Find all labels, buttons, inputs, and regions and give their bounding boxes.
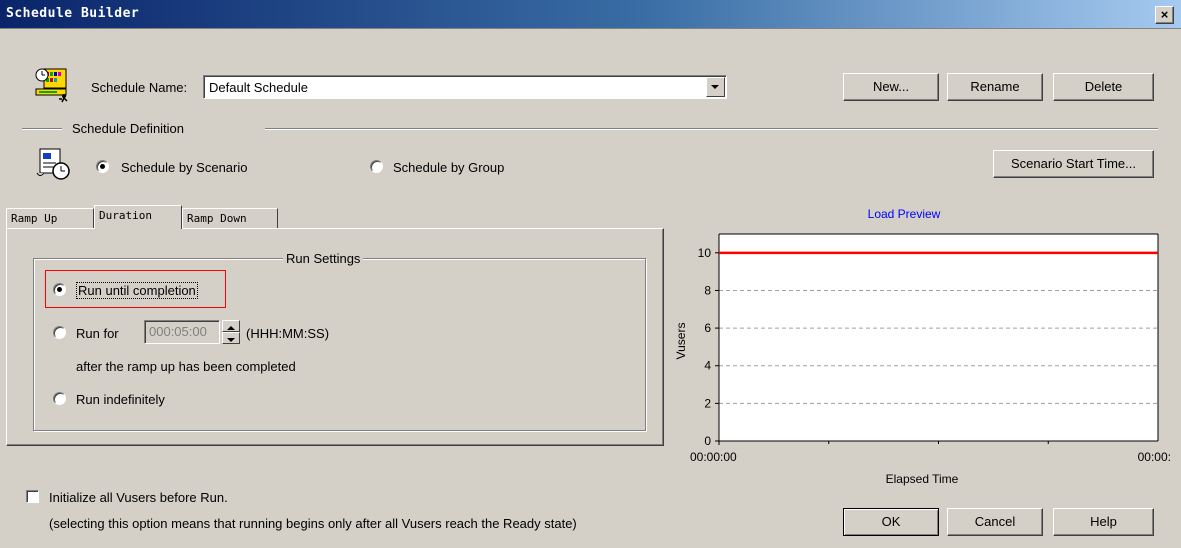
ok-button[interactable]: OK: [843, 508, 939, 536]
rename-label: Rename: [970, 79, 1020, 94]
y-tick-label: 4: [704, 359, 711, 373]
time-format-label: (HHH:MM:SS): [246, 326, 330, 341]
schedule-by-group-label[interactable]: Schedule by Group: [393, 160, 504, 175]
dropdown-button[interactable]: [706, 77, 725, 97]
plot-area: [719, 234, 1158, 441]
run-for-label[interactable]: Run for: [76, 326, 119, 341]
run-for-radio[interactable]: [53, 326, 66, 339]
schedule-by-group-radio[interactable]: [370, 160, 383, 173]
delete-label: Delete: [1084, 79, 1123, 94]
y-tick-label: 2: [704, 396, 711, 410]
y-axis-label: Vusers: [674, 323, 688, 360]
initialize-vusers-label[interactable]: Initialize all Vusers before Run.: [49, 490, 228, 505]
tab-ramp-down[interactable]: Ramp Down: [182, 208, 278, 229]
spinner-up-button[interactable]: [222, 320, 240, 332]
rename-schedule-button[interactable]: Rename: [947, 73, 1043, 101]
initialize-vusers-note: (selecting this option means that runnin…: [49, 516, 577, 531]
run-until-completion-label[interactable]: Run until completion: [76, 282, 198, 299]
schedule-icon: [33, 66, 73, 106]
x-tick-label: 00:00:00: [690, 450, 737, 464]
new-schedule-button[interactable]: New...: [843, 73, 939, 101]
scroll-clock-icon: [34, 143, 74, 183]
schedule-name-value: Default Schedule: [209, 80, 309, 95]
chart-title: Load Preview: [868, 207, 941, 221]
delete-schedule-button[interactable]: Delete: [1053, 73, 1154, 101]
section-divider-left: [22, 128, 62, 130]
run-indefinitely-radio[interactable]: [53, 392, 66, 405]
close-button[interactable]: ×: [1155, 6, 1174, 24]
run-for-time-value: 000:05:00: [149, 324, 207, 339]
chevron-down-icon: [227, 338, 235, 342]
title-bar: Schedule Builder ×: [0, 0, 1181, 29]
cancel-button[interactable]: Cancel: [947, 508, 1043, 536]
x-tick-label: 00:00:: [1138, 450, 1171, 464]
schedule-name-select[interactable]: Default Schedule: [203, 75, 727, 99]
run-indefinitely-label[interactable]: Run indefinitely: [76, 392, 165, 407]
initialize-vusers-checkbox[interactable]: [26, 490, 39, 503]
help-button[interactable]: Help: [1053, 508, 1154, 536]
y-tick-label: 8: [704, 283, 711, 297]
load-preview-chart: 0 2 4 6 8 10 Load Preview 00:00:00 00:00: Elapsed…: [674, 207, 1171, 486]
new-label: New...: [872, 79, 910, 94]
section-divider-right: [265, 128, 1158, 130]
schedule-by-scenario-label[interactable]: Schedule by Scenario: [121, 160, 247, 175]
after-ramp-label: after the ramp up has been completed: [76, 359, 296, 374]
run-until-completion-radio[interactable]: [53, 283, 66, 296]
run-for-time-input[interactable]: 000:05:00: [144, 320, 220, 344]
chevron-down-icon: [711, 85, 719, 89]
tab-ramp-up[interactable]: Ramp Up: [6, 208, 94, 229]
scenario-start-time-label: Scenario Start Time...: [1011, 156, 1136, 171]
y-tick-label: 10: [698, 246, 712, 260]
scenario-start-time-button[interactable]: Scenario Start Time...: [993, 150, 1154, 178]
x-axis-label: Elapsed Time: [886, 472, 959, 486]
cancel-label: Cancel: [974, 514, 1016, 529]
help-label: Help: [1090, 514, 1117, 529]
y-tick-label: 0: [704, 434, 711, 448]
schedule-definition-label: Schedule Definition: [72, 121, 185, 136]
window-title: Schedule Builder: [6, 6, 140, 21]
tab-duration[interactable]: Duration: [94, 205, 182, 229]
y-tick-label: 6: [704, 321, 711, 335]
schedule-name-label: Schedule Name:: [91, 80, 188, 95]
ok-label: OK: [881, 514, 901, 529]
time-spinner[interactable]: [222, 320, 240, 344]
schedule-by-scenario-radio[interactable]: [96, 160, 109, 173]
run-settings-title: Run Settings: [283, 251, 364, 266]
spinner-down-button[interactable]: [222, 332, 240, 344]
